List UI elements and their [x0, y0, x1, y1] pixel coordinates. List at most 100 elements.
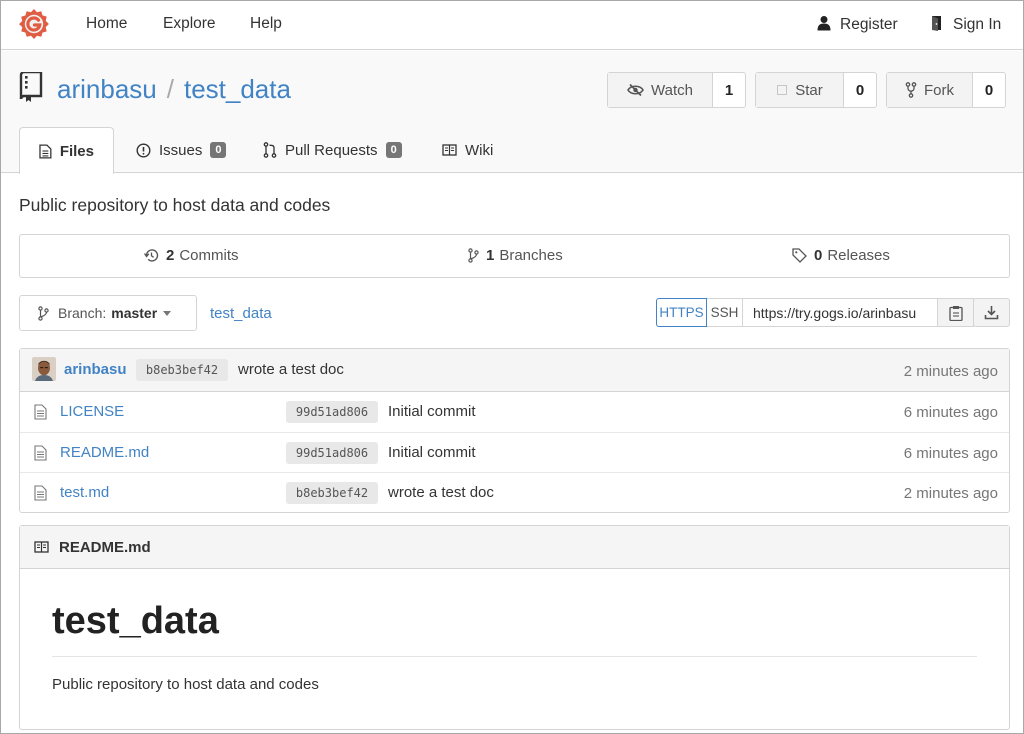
file-name-link[interactable]: README.md [60, 444, 149, 461]
star-button-group: Star 0 [755, 72, 877, 108]
issue-icon [136, 142, 151, 158]
issues-count-badge: 0 [210, 142, 227, 158]
eye-slash-icon [627, 83, 644, 97]
commit-author[interactable]: arinbasu [64, 361, 127, 378]
commits-stat[interactable]: 2 Commits [144, 247, 239, 264]
download-button[interactable] [973, 298, 1010, 327]
nav-sign-in[interactable]: Sign In [929, 15, 1001, 34]
pull-request-icon [263, 142, 277, 158]
latest-commit-age: 2 minutes ago [903, 363, 998, 380]
file-text-icon [34, 485, 47, 501]
tab-wiki[interactable]: Wiki [442, 127, 493, 173]
file-commit-sha[interactable]: 99d51ad806 [286, 401, 378, 423]
tag-icon [792, 248, 807, 263]
file-name-link[interactable]: LICENSE [60, 403, 124, 420]
star-icon [777, 85, 788, 95]
commits-label: Commits [179, 247, 239, 264]
fork-label: Fork [924, 81, 954, 99]
latest-commit-sha[interactable]: b8eb3bef42 [136, 359, 228, 381]
branch-name: master [111, 305, 158, 321]
file-commit-message[interactable]: wrote a test doc [388, 484, 494, 501]
tab-wiki-label: Wiki [465, 141, 494, 159]
branch-icon [38, 305, 49, 321]
repo-tabs: Files Issues 0 Pull Requests 0 Wiki [0, 127, 1024, 174]
https-toggle[interactable]: HTTPS [656, 298, 707, 327]
releases-stat[interactable]: 0 Releases [792, 247, 890, 264]
ssh-toggle[interactable]: SSH [707, 298, 743, 327]
book-open-icon [442, 144, 457, 156]
file-text-icon [39, 143, 52, 159]
star-button[interactable]: Star [756, 73, 844, 107]
tab-files[interactable]: Files [19, 127, 114, 174]
download-icon [984, 306, 999, 320]
readme-panel: README.md test_data Public repository to… [19, 525, 1010, 730]
repo-name-link[interactable]: test_data [184, 74, 291, 104]
table-row[interactable]: README.md 99d51ad806 Initial commit 6 mi… [20, 432, 1009, 472]
watch-label: Watch [651, 81, 693, 99]
chevron-down-icon [163, 310, 172, 316]
branches-count: 1 [486, 247, 495, 264]
latest-commit-message: wrote a test doc [238, 361, 344, 378]
file-commit-sha[interactable]: 99d51ad806 [286, 442, 378, 464]
file-commit-sha[interactable]: b8eb3bef42 [286, 482, 378, 504]
readme-header: README.md [20, 526, 1009, 569]
star-count[interactable]: 0 [844, 73, 876, 107]
table-row[interactable]: test.md b8eb3bef42 wrote a test doc 2 mi… [20, 472, 1009, 512]
sign-in-icon [932, 16, 941, 31]
file-commit-message[interactable]: Initial commit [388, 403, 476, 420]
table-row[interactable]: LICENSE 99d51ad806 Initial commit 6 minu… [20, 392, 1009, 432]
pull-requests-count-badge: 0 [385, 142, 402, 158]
file-text-icon [34, 445, 47, 461]
file-text-icon [34, 404, 47, 420]
branch-prefix: Branch: [58, 305, 107, 321]
branches-stat[interactable]: 1 Branches [468, 247, 563, 264]
watch-button[interactable]: Watch [608, 73, 713, 107]
branch-icon [468, 248, 479, 263]
file-commit-message[interactable]: Initial commit [388, 444, 476, 461]
nav-home[interactable]: Home [86, 15, 127, 33]
tab-files-label: Files [59, 142, 94, 160]
user-icon [817, 16, 831, 31]
fork-button-group: Fork 0 [886, 72, 1006, 108]
file-name-link[interactable]: test.md [60, 484, 109, 501]
register-label: Register [840, 16, 898, 33]
top-navbar: Home Explore Help Register Sign In [0, 0, 1024, 50]
file-commit-age: 6 minutes ago [903, 445, 998, 462]
repo-stats-bar: 2 Commits 1 Branches 0 Releases [19, 234, 1010, 278]
path-breadcrumb[interactable]: test_data [210, 305, 272, 322]
tab-pull-requests[interactable]: Pull Requests 0 [263, 127, 402, 173]
readme-filename: README.md [59, 538, 151, 556]
nav-help[interactable]: Help [250, 15, 282, 33]
nav-explore[interactable]: Explore [163, 15, 216, 33]
nav-register[interactable]: Register [816, 15, 898, 34]
fork-count[interactable]: 0 [973, 73, 1005, 107]
repo-title-separator: / [166, 74, 174, 104]
file-commit-age: 2 minutes ago [903, 485, 998, 502]
copy-url-button[interactable] [938, 298, 974, 327]
repo-owner-link[interactable]: arinbasu [57, 74, 157, 104]
sign-in-label: Sign In [953, 16, 1002, 33]
fork-button[interactable]: Fork [887, 73, 973, 107]
repo-description: Public repository to host data and codes [19, 195, 331, 215]
gogs-logo-icon[interactable] [18, 8, 50, 40]
releases-label: Releases [827, 247, 890, 264]
avatar[interactable] [32, 357, 56, 381]
latest-commit-row: arinbasu b8eb3bef42 wrote a test doc 2 m… [20, 349, 1009, 392]
readme-heading: test_data [52, 600, 219, 642]
readme-body: Public repository to host data and codes [52, 676, 319, 693]
tab-pull-requests-label: Pull Requests [285, 141, 378, 159]
clone-url-group: HTTPS SSH [656, 298, 974, 327]
file-commit-age: 6 minutes ago [903, 404, 998, 421]
commits-count: 2 [166, 247, 175, 264]
branch-selector[interactable]: Branch: master [19, 295, 197, 331]
watch-button-group: Watch 1 [607, 72, 746, 108]
watch-count[interactable]: 1 [713, 73, 745, 107]
fork-icon [905, 82, 917, 98]
book-open-icon [34, 541, 49, 553]
star-label: Star [795, 81, 823, 99]
clone-url-input[interactable] [743, 298, 938, 327]
file-table: arinbasu b8eb3bef42 wrote a test doc 2 m… [19, 348, 1010, 513]
clipboard-icon [948, 305, 963, 321]
releases-count: 0 [814, 247, 823, 264]
tab-issues[interactable]: Issues 0 [136, 127, 227, 173]
